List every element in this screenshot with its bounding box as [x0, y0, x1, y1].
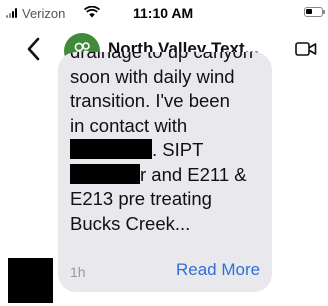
carrier-name: Verizon	[22, 6, 66, 21]
message-line-text: . SIPT	[152, 139, 204, 160]
wifi-icon	[84, 6, 100, 18]
message-line: E213 pre treating	[70, 188, 212, 209]
message-line: Bucks Creek...	[70, 212, 191, 234]
battery-cap	[323, 10, 325, 14]
message-line-redacted: . SIPT	[70, 138, 270, 163]
message-body: drainage to up canyon soon with daily wi…	[70, 52, 270, 236]
status-time: 11:10 AM	[133, 5, 194, 21]
message-line: in contact with	[70, 114, 188, 136]
message-age: 1h	[70, 264, 86, 280]
battery-icon	[304, 7, 323, 17]
cellular-signal-icon	[6, 8, 20, 18]
message-line: soon with daily wind	[70, 65, 235, 87]
message-line: drainage to up canyon	[70, 52, 270, 65]
sender-avatar-redaction	[8, 258, 53, 303]
message-line-text: r and E211 &	[140, 163, 247, 185]
status-bar: Verizon 11:10 AM	[0, 0, 328, 30]
message-line-redacted: r and E211 &	[70, 163, 270, 188]
message-line: transition. I've been	[70, 90, 230, 111]
chevron-left-icon[interactable]	[24, 36, 44, 62]
message-bubble[interactable]: drainage to up canyon soon with daily wi…	[58, 52, 272, 292]
read-more-link[interactable]: Read More	[176, 260, 260, 280]
redaction-box	[70, 163, 140, 184]
video-call-icon[interactable]	[295, 40, 317, 58]
redaction-box	[70, 139, 152, 159]
